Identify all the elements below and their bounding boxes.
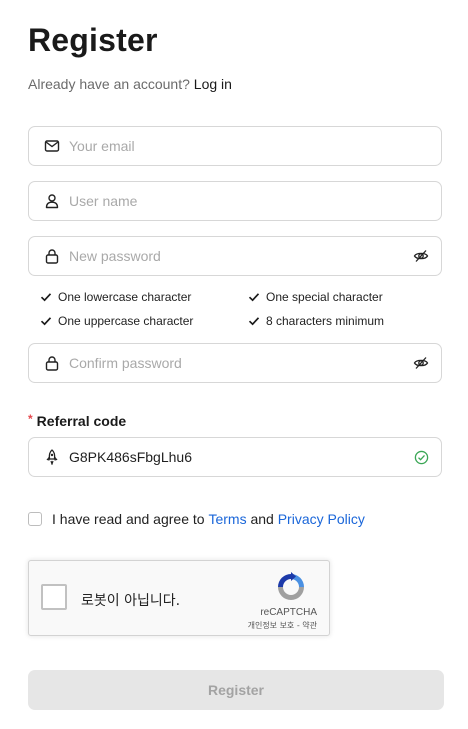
envelope-icon: [44, 138, 60, 154]
rule-text: One special character: [266, 290, 383, 304]
check-icon: [248, 317, 260, 326]
username-input[interactable]: [69, 182, 441, 220]
confirm-password-field[interactable]: [28, 343, 442, 383]
login-prompt: Already have an account? Log in: [28, 76, 232, 92]
privacy-policy-link[interactable]: Privacy Policy: [278, 511, 365, 527]
referral-field[interactable]: [28, 437, 442, 477]
recaptcha-label: 로봇이 아닙니다.: [81, 593, 181, 609]
rocket-icon: [44, 449, 60, 465]
referral-input[interactable]: [69, 438, 413, 476]
recaptcha-widget: 로봇이 아닙니다. reCAPTCHA 개인정보 보호 - 약관: [28, 560, 330, 636]
rule-text: 8 characters minimum: [266, 314, 385, 328]
confirm-password-input[interactable]: [69, 344, 413, 382]
eye-off-icon[interactable]: [413, 248, 429, 264]
referral-label: * Referral code: [28, 412, 127, 429]
agree-and: and: [250, 511, 274, 527]
recaptcha-brand: reCAPTCHA: [260, 607, 317, 618]
terms-agreement: I have read and agree to Terms and Priva…: [28, 511, 365, 527]
rule-uppercase: One uppercase character: [40, 314, 193, 328]
email-input[interactable]: [69, 127, 441, 165]
login-link[interactable]: Log in: [194, 76, 232, 92]
lock-icon: [44, 248, 60, 264]
username-field[interactable]: [28, 181, 442, 221]
rule-text: One lowercase character: [58, 290, 192, 304]
rule-text: One uppercase character: [58, 314, 194, 328]
recaptcha-logo-icon: [278, 572, 304, 600]
agree-text: I have read and agree to: [52, 511, 205, 527]
rule-lowercase: One lowercase character: [40, 290, 191, 304]
eye-off-icon[interactable]: [413, 355, 429, 371]
check-circle-icon: [413, 449, 429, 465]
rule-length: 8 characters minimum: [248, 314, 384, 328]
check-icon: [40, 293, 52, 302]
password-input[interactable]: [69, 237, 413, 275]
required-mark: *: [28, 412, 33, 426]
referral-label-text: Referral code: [36, 413, 127, 429]
check-icon: [40, 317, 52, 326]
recaptcha-links[interactable]: 개인정보 보호 - 약관: [248, 620, 317, 631]
register-button[interactable]: Register: [28, 670, 444, 710]
lock-icon: [44, 355, 60, 371]
terms-link[interactable]: Terms: [208, 511, 246, 527]
check-icon: [248, 293, 260, 302]
recaptcha-checkbox[interactable]: [41, 584, 67, 610]
user-icon: [44, 193, 60, 209]
password-field[interactable]: [28, 236, 442, 276]
page-title: Register: [28, 22, 158, 58]
email-field[interactable]: [28, 126, 442, 166]
login-prompt-text: Already have an account?: [28, 76, 190, 92]
rule-special: One special character: [248, 290, 383, 304]
terms-checkbox[interactable]: [28, 512, 42, 526]
